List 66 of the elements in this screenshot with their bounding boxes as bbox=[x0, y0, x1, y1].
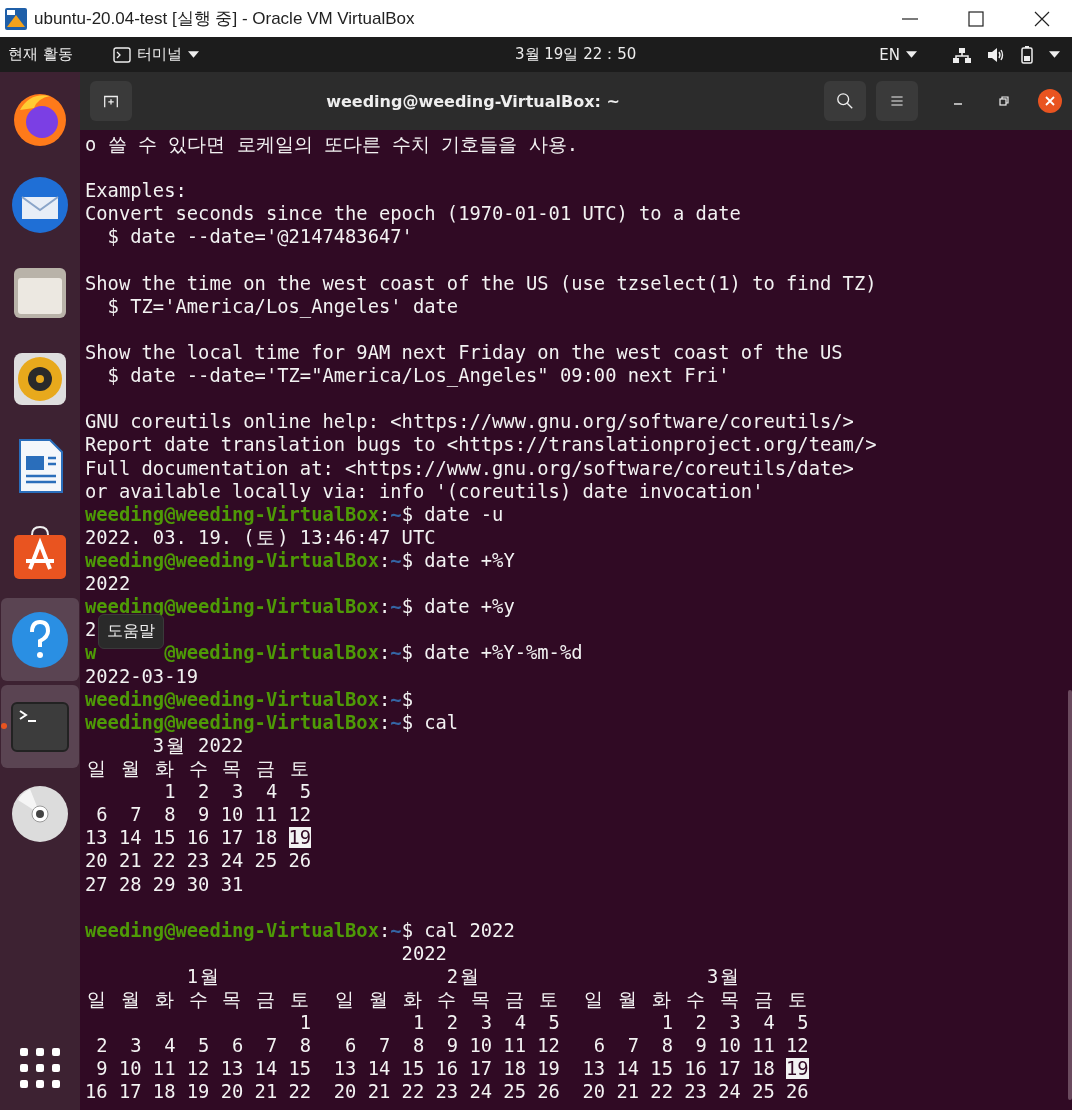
network-icon bbox=[953, 46, 971, 63]
terminal-line: o 쓸 수 있다면 로케일의 또다른 수치 기호들을 사용. bbox=[85, 133, 579, 157]
app-menu[interactable]: 터미널 bbox=[112, 45, 199, 64]
terminal-line: 1 2 3 4 5 bbox=[163, 780, 312, 804]
terminal-line: weeding@weeding-VirtualBox:~$ cal 2022 bbox=[85, 918, 515, 942]
dock-item[interactable] bbox=[1, 598, 79, 681]
new-tab-button[interactable] bbox=[90, 81, 132, 121]
terminal-line: Report date translation bugs to <https://translationproject.org/team/> bbox=[85, 433, 877, 457]
help-icon bbox=[10, 609, 70, 670]
terminal-line: 일 월 화 수 목 금 토 일 월 화 수 목 금 토 일 월 화 수 목 금 토 bbox=[85, 988, 808, 1012]
clock[interactable]: 3월 19일 22：50 bbox=[515, 45, 637, 64]
search-button[interactable] bbox=[824, 81, 866, 121]
battery-icon bbox=[1021, 45, 1033, 64]
close-icon[interactable] bbox=[1038, 89, 1062, 113]
terminal-line: $ TZ='America/Los_Angeles' date bbox=[106, 294, 459, 318]
terminal-text: 13 14 15 16 17 18 bbox=[85, 827, 279, 849]
input-source-menu[interactable]: EN bbox=[879, 45, 917, 64]
terminal-line: 3 월 2022 bbox=[151, 733, 244, 757]
terminal-line: weeding@weeding-VirtualBox:~$ bbox=[85, 687, 413, 711]
terminal-line: 27 28 29 30 31 bbox=[85, 872, 244, 896]
terminal-line: 1 1 2 3 4 5 1 2 3 4 5 bbox=[298, 1011, 809, 1035]
terminal-line: 2022 bbox=[85, 572, 131, 596]
current-date: 19 bbox=[288, 827, 312, 849]
terminal-line: Show the time on the west coast of the US (use tzselect(1) to find TZ) bbox=[85, 271, 877, 295]
caret-icon bbox=[1049, 51, 1060, 58]
terminal-line: weeding@weeding-VirtualBox:~$ date +%Y bbox=[85, 548, 515, 573]
current-date: 19 bbox=[786, 1058, 809, 1080]
terminal-line: 1 월 2 월 3 월 bbox=[185, 964, 740, 989]
terminal-line: GNU coreutils online help: <https://www.gnu.org/software/coreutils/> bbox=[85, 410, 854, 434]
caret-icon bbox=[906, 51, 917, 58]
disc-icon bbox=[10, 783, 70, 844]
terminal-line: $ date --date='TZ="America/Los_Angeles" 09:00 next Fri' bbox=[106, 364, 730, 388]
terminal-line: 6 7 8 9 10 11 12 bbox=[95, 803, 312, 827]
terminal-line: 2 bbox=[85, 618, 97, 642]
terminal-line: Show the local time for 9AM next Friday on the west coast of the US bbox=[85, 341, 843, 365]
virtualbox-logo-icon bbox=[4, 6, 28, 31]
menu-icon bbox=[889, 93, 905, 109]
terminal-line: weeding@weeding-VirtualBox:~$ date -u bbox=[85, 502, 504, 526]
terminal-line: 20 21 22 23 24 25 26 bbox=[85, 849, 312, 873]
search-icon bbox=[836, 92, 854, 110]
caret-icon bbox=[187, 51, 199, 58]
terminal-line: or available locally via: info '(coreutils) date invocation' bbox=[85, 479, 764, 503]
terminal-line: weeding@weeding-VirtualBox:~$ cal bbox=[85, 710, 459, 734]
activities-button[interactable]: 현재 활동 bbox=[0, 45, 81, 64]
terminal-line: Examples: bbox=[85, 179, 187, 203]
terminal-line: Convert seconds since the epoch (1970-01-01 UTC) to a date bbox=[85, 202, 741, 226]
tooltip: 도움말 bbox=[98, 614, 164, 649]
terminal-line: 일 월 화 수 목 금 토 bbox=[85, 756, 311, 781]
terminal-line: 2022-03-19 bbox=[85, 664, 199, 688]
terminal-line: 16 17 18 19 20 21 22 20 21 22 23 24 25 26 20 21 22 23 24 25 26 bbox=[85, 1080, 809, 1104]
volume-icon bbox=[987, 46, 1005, 63]
restore-icon[interactable] bbox=[998, 95, 1010, 107]
terminal-line: 2022. 03. 19. (토) 13:46:47 UTC bbox=[85, 525, 436, 549]
terminal-line: Full documentation at: <https://www.gnu.org/software/coreutils/date> bbox=[85, 456, 854, 480]
terminal-title: weeding@weeding-VirtualBox: ~ bbox=[325, 91, 621, 111]
terminal-line: $ date --date='@2147483647' bbox=[106, 225, 413, 249]
app-grid-icon[interactable] bbox=[20, 1048, 60, 1088]
maximize-icon[interactable] bbox=[966, 8, 986, 29]
terminal-line: 2022 bbox=[400, 941, 447, 965]
mail-icon bbox=[10, 174, 70, 235]
terminal-line: 2 3 4 5 6 7 8 6 7 8 9 10 11 12 6 7 8 9 10 11 12 bbox=[95, 1034, 809, 1058]
terminal-text: 9 10 11 12 13 14 15 13 14 15 16 17 18 19 13 14 15 16 17 18 bbox=[95, 1058, 776, 1080]
system-menu[interactable] bbox=[953, 45, 1060, 64]
terminal-icon bbox=[112, 46, 131, 63]
window-title: ubuntu-20.04-test [실행 중] - Oracle VM VirtualBox bbox=[34, 8, 415, 30]
menu-button[interactable] bbox=[876, 81, 918, 121]
